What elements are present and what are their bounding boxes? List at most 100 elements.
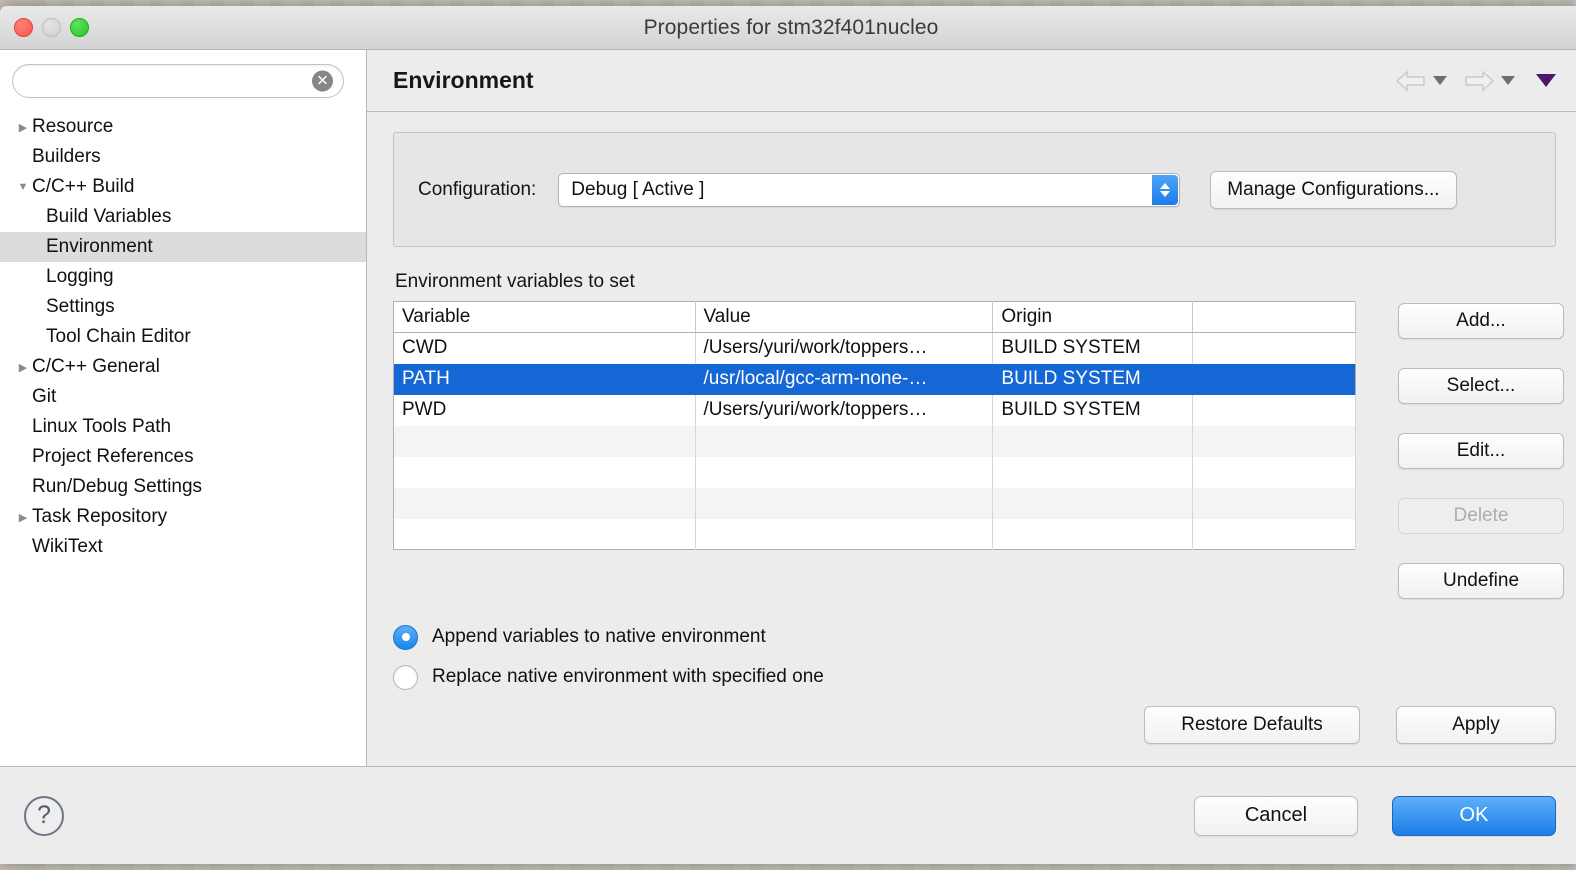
- cell-value: [695, 518, 994, 550]
- sidebar-item-label: Project References: [32, 446, 194, 467]
- column-header-value[interactable]: Value: [695, 301, 994, 333]
- cell-origin: BUILD SYSTEM: [992, 394, 1194, 426]
- table-row[interactable]: PWD/Users/yuri/work/toppers… BUILD SYSTEM: [393, 394, 1356, 426]
- cell-extra: [1192, 363, 1356, 395]
- sidebar-item-tool-chain-editor[interactable]: Tool Chain Editor: [0, 322, 366, 352]
- replace-radio-row[interactable]: Replace native environment with specifie…: [393, 657, 1556, 697]
- delete-button: Delete: [1398, 498, 1564, 534]
- sidebar-item-c-c-general[interactable]: ▶ C/C++ General: [0, 352, 366, 382]
- undefine-button[interactable]: Undefine: [1398, 563, 1564, 599]
- window-title: Properties for stm32f401nucleo: [643, 15, 939, 39]
- chevron-right-icon[interactable]: ▶: [14, 511, 32, 524]
- help-question-icon[interactable]: ?: [24, 795, 64, 836]
- sidebar-item-c-c-build[interactable]: ▼ C/C++ Build: [0, 172, 366, 202]
- column-header-origin[interactable]: Origin: [992, 301, 1194, 333]
- chevron-right-icon[interactable]: ▶: [14, 121, 32, 134]
- cell-extra: [1192, 425, 1356, 457]
- cell-variable: [393, 518, 696, 550]
- cell-extra: [1192, 394, 1356, 426]
- sidebar-item-label: Build Variables: [46, 206, 172, 227]
- forward-arrow-glyph: [1465, 69, 1495, 92]
- sidebar-item-git[interactable]: Git: [0, 382, 366, 412]
- sidebar-item-label: Settings: [46, 296, 115, 317]
- select-button[interactable]: Select...: [1398, 368, 1564, 404]
- variables-section-title: Environment variables to set: [395, 271, 635, 292]
- sidebar-item-label: Resource: [32, 116, 114, 137]
- sidebar-item-environment[interactable]: Environment: [0, 232, 366, 262]
- replace-radio[interactable]: [393, 664, 418, 690]
- search-input[interactable]: [13, 65, 343, 97]
- sidebar-item-resource[interactable]: ▶ Resource: [0, 112, 366, 142]
- close-button[interactable]: [14, 18, 33, 37]
- back-arrow-icon[interactable]: [1394, 69, 1447, 93]
- sidebar-item-label: WikiText: [32, 536, 103, 557]
- configuration-label: Configuration:: [418, 178, 537, 200]
- append-radio-row[interactable]: Append variables to native environment: [393, 617, 1556, 657]
- search-field[interactable]: ✕: [12, 64, 344, 98]
- sidebar-item-label: C/C++ General: [32, 356, 160, 377]
- minimize-button[interactable]: [42, 18, 61, 37]
- sidebar-item-linux-tools-path[interactable]: Linux Tools Path: [0, 412, 366, 442]
- cell-origin: [992, 425, 1194, 457]
- configuration-stepper-icon[interactable]: [1152, 174, 1179, 205]
- manage-configurations-button[interactable]: Manage Configurations...: [1210, 170, 1457, 209]
- settings-sidebar: ✕ ▶ Resource Builders ▼ C/C++ Build Build Var…: [0, 50, 367, 766]
- column-header-variable[interactable]: Variable: [393, 301, 696, 333]
- search-area: ✕: [0, 64, 366, 98]
- chevron-right-icon[interactable]: ▶: [14, 361, 32, 374]
- sidebar-item-label: Builders: [32, 146, 101, 167]
- edit-button[interactable]: Edit...: [1398, 433, 1564, 469]
- add-button[interactable]: Add...: [1398, 303, 1564, 339]
- view-menu-caret-icon[interactable]: [1536, 74, 1556, 87]
- page-action-buttons: Restore Defaults Apply: [1144, 706, 1556, 744]
- cell-value: /Users/yuri/work/toppers…: [695, 332, 994, 364]
- column-header-blank[interactable]: [1192, 301, 1356, 333]
- cell-variable: [393, 456, 696, 488]
- cell-origin: BUILD SYSTEM: [992, 332, 1194, 364]
- back-arrow-glyph: [1395, 69, 1425, 92]
- cell-value: /usr/local/gcc-arm-none-…: [695, 363, 994, 395]
- sidebar-item-wikitext[interactable]: WikiText: [0, 532, 366, 562]
- configuration-select[interactable]: Debug [ Active ]: [558, 172, 1181, 207]
- table-row[interactable]: PATH/usr/local/gcc-arm-none-… BUILD SYSTE…: [393, 363, 1356, 395]
- cell-extra: [1192, 487, 1356, 519]
- zoom-button[interactable]: [70, 18, 89, 37]
- dialog-buttons: Cancel OK: [1194, 795, 1556, 836]
- cell-value: [695, 425, 994, 457]
- variables-table-area: Variable Value Origin CWD/Users/yuri/work/…: [393, 301, 1564, 599]
- sidebar-item-run-debug-settings[interactable]: Run/Debug Settings: [0, 472, 366, 502]
- clear-icon[interactable]: ✕: [312, 70, 333, 92]
- sidebar-item-builders[interactable]: Builders: [0, 142, 366, 172]
- properties-dialog: Properties for stm32f401nucleo ✕ ▶ Resour…: [0, 6, 1576, 864]
- table-row[interactable]: [393, 518, 1356, 550]
- sidebar-item-settings[interactable]: Settings: [0, 292, 366, 322]
- forward-dropdown-caret-icon[interactable]: [1501, 76, 1515, 85]
- cell-variable: PATH: [393, 363, 696, 395]
- table-row[interactable]: [393, 456, 1356, 488]
- sidebar-item-task-repository[interactable]: ▶ Task Repository: [0, 502, 366, 532]
- cell-variable: CWD: [393, 332, 696, 364]
- sidebar-item-label: Environment: [46, 236, 153, 257]
- table-action-buttons: Add... Select... Edit... Delete Undefine: [1398, 301, 1564, 599]
- back-dropdown-caret-icon[interactable]: [1433, 76, 1447, 85]
- cancel-button[interactable]: Cancel: [1194, 795, 1358, 836]
- sidebar-item-logging[interactable]: Logging: [0, 262, 366, 292]
- chevron-down-icon[interactable]: ▼: [14, 181, 32, 193]
- cell-extra: [1192, 518, 1356, 550]
- forward-arrow-icon[interactable]: [1462, 69, 1515, 93]
- restore-defaults-button[interactable]: Restore Defaults: [1144, 706, 1360, 744]
- cell-value: /Users/yuri/work/toppers…: [695, 394, 994, 426]
- append-radio[interactable]: [393, 624, 418, 650]
- table-row[interactable]: [393, 425, 1356, 457]
- sidebar-item-build-variables[interactable]: Build Variables: [0, 202, 366, 232]
- cell-extra: [1192, 332, 1356, 364]
- apply-button[interactable]: Apply: [1396, 706, 1556, 744]
- table-row[interactable]: CWD/Users/yuri/work/toppers… BUILD SYSTEM: [393, 332, 1356, 364]
- sidebar-item-label: Logging: [46, 266, 114, 287]
- cell-variable: [393, 425, 696, 457]
- ok-button[interactable]: OK: [1392, 795, 1556, 836]
- environment-variables-table[interactable]: Variable Value Origin CWD/Users/yuri/work/…: [393, 301, 1356, 550]
- sidebar-item-project-references[interactable]: Project References: [0, 442, 366, 472]
- table-row[interactable]: [393, 487, 1356, 519]
- sidebar-item-label: Linux Tools Path: [32, 416, 172, 437]
